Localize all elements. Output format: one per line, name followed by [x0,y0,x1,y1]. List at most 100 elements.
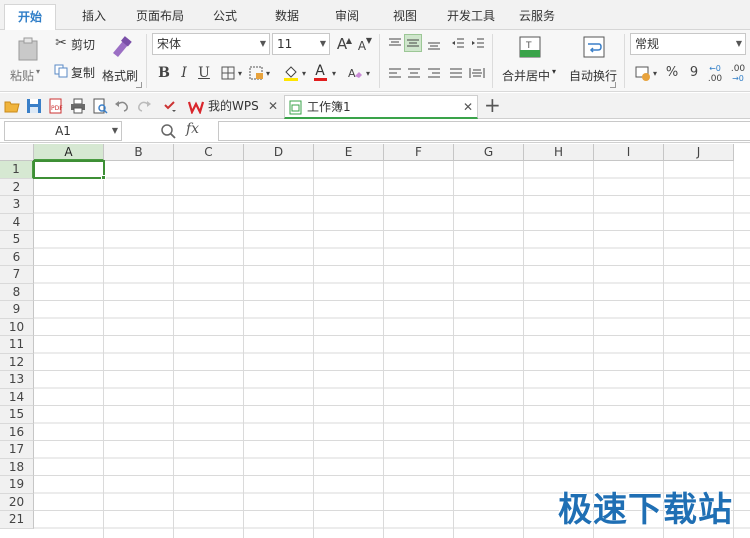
column-header[interactable]: B [104,144,174,161]
menu-tab-data[interactable]: 数据 [262,6,312,30]
percent-icon: % [665,65,679,80]
clipboard-launcher-icon[interactable] [136,82,142,88]
shrink-font-button[interactable]: A ▼ [354,34,372,54]
fill-color-button[interactable]: ▾ [280,62,308,82]
row-header[interactable]: 20 [0,493,34,511]
row-header[interactable]: 18 [0,458,34,476]
menu-tab-home[interactable]: 开始 [4,4,56,31]
row-header[interactable]: 4 [0,213,34,231]
menu-tab-view[interactable]: 视图 [380,6,430,30]
grow-font-button[interactable]: A ▲ [334,34,352,54]
column-header[interactable]: J [664,144,734,161]
menu-tab-insert[interactable]: 插入 [64,6,124,30]
doc-tab-home[interactable]: 我的WPS ✕ [184,95,282,119]
row-header[interactable]: 8 [0,283,34,301]
increase-decimal-label: .00 [707,74,723,84]
italic-button[interactable]: I [174,62,192,82]
fill-handle[interactable] [101,175,106,180]
new-tab-button[interactable]: + [484,94,501,116]
menu-tab-page-layout[interactable]: 页面布局 [130,6,190,30]
align-bottom-button[interactable] [424,34,442,52]
merge-center-button[interactable]: T 合并居中 ▾ [498,32,560,88]
clear-format-button[interactable]: A ▾ [344,62,372,82]
customize-toolbar-icon[interactable] [162,98,178,114]
redo-icon[interactable] [136,98,152,114]
row-header[interactable]: 21 [0,511,34,529]
align-left-button[interactable] [385,63,403,81]
font-color-button[interactable]: A ▾ [310,62,338,82]
column-header[interactable]: H [524,144,594,161]
row-header[interactable]: 14 [0,388,34,406]
decrease-decimal-button[interactable]: .00 →0 [726,60,748,84]
borders-button[interactable]: ▾ [218,62,244,82]
percent-button[interactable]: % [662,62,680,82]
select-all-corner[interactable] [0,144,34,161]
close-icon[interactable]: ✕ [268,95,278,117]
save-icon[interactable] [26,98,42,114]
print-icon[interactable] [70,98,86,114]
close-icon[interactable]: ✕ [463,96,473,118]
distributed-align-button[interactable] [466,63,486,81]
copy-button[interactable]: 复制 [50,60,98,80]
row-header[interactable]: 10 [0,318,34,336]
row-header[interactable]: 12 [0,353,34,371]
active-cell-a1[interactable] [33,160,105,179]
column-header[interactable]: E [314,144,384,161]
row-header[interactable]: 11 [0,336,34,354]
column-header[interactable]: G [454,144,524,161]
row-header[interactable]: 2 [0,178,34,196]
alignment-launcher-icon[interactable] [610,82,616,88]
formula-input[interactable] [218,121,750,141]
bold-button[interactable]: B [154,62,172,82]
open-folder-icon[interactable] [4,98,20,114]
menu-tab-developer[interactable]: 开发工具 [440,6,502,30]
row-header[interactable]: 5 [0,231,34,249]
wrap-text-button[interactable]: 自动换行 [566,32,620,88]
font-size-select[interactable]: 11 ▼ [272,33,330,55]
zoom-search-icon[interactable] [160,123,176,139]
underline-button[interactable]: U [194,62,212,82]
paste-button[interactable]: 粘贴 ▾ [8,32,48,88]
row-header[interactable]: 17 [0,441,34,459]
comma-style-button[interactable]: 9 [684,62,702,82]
row-header[interactable]: 13 [0,371,34,389]
undo-icon[interactable] [114,98,130,114]
menu-tab-cloud[interactable]: 云服务 [510,6,564,30]
menu-tab-formulas[interactable]: 公式 [200,6,250,30]
export-pdf-icon[interactable]: PDF [48,98,64,114]
justify-button[interactable] [446,63,464,81]
align-right-button[interactable] [424,63,442,81]
menu-tab-review[interactable]: 审阅 [322,6,372,30]
row-header[interactable]: 9 [0,301,34,319]
cell-style-button[interactable]: ▾ [246,62,272,82]
row-header[interactable]: 15 [0,406,34,424]
decrease-indent-button[interactable] [448,34,466,52]
name-box[interactable]: A1 ▼ [4,121,122,141]
row-header[interactable]: 16 [0,423,34,441]
row-header[interactable]: 19 [0,476,34,494]
row-header[interactable]: 6 [0,248,34,266]
chevron-down-icon: ▾ [237,69,242,78]
row-header[interactable]: 1 [0,161,34,179]
column-header[interactable]: I [594,144,664,161]
row-header[interactable]: 7 [0,266,34,284]
number-format-select[interactable]: 常规 ▼ [630,33,746,55]
align-middle-button[interactable] [404,34,422,52]
align-top-button[interactable] [385,34,403,52]
format-painter-button[interactable]: 格式刷 [100,32,140,88]
cut-button[interactable]: ✂ 剪切 [50,32,98,52]
column-header[interactable]: F [384,144,454,161]
row-header[interactable]: 3 [0,196,34,214]
chevron-down-icon: ▼ [735,39,742,48]
increase-indent-button[interactable] [468,34,486,52]
font-name-select[interactable]: 宋体 ▼ [152,33,270,55]
insert-function-button[interactable]: fx [186,121,199,137]
column-header[interactable]: A [34,144,104,161]
align-center-button[interactable] [404,63,422,81]
print-preview-icon[interactable] [92,98,108,114]
column-header[interactable]: C [174,144,244,161]
column-header[interactable]: D [244,144,314,161]
doc-tab-workbook[interactable]: 工作簿1 ✕ [284,95,478,119]
currency-format-button[interactable]: ▾ [632,62,658,82]
increase-decimal-button[interactable]: ←0 .00 [704,60,724,84]
